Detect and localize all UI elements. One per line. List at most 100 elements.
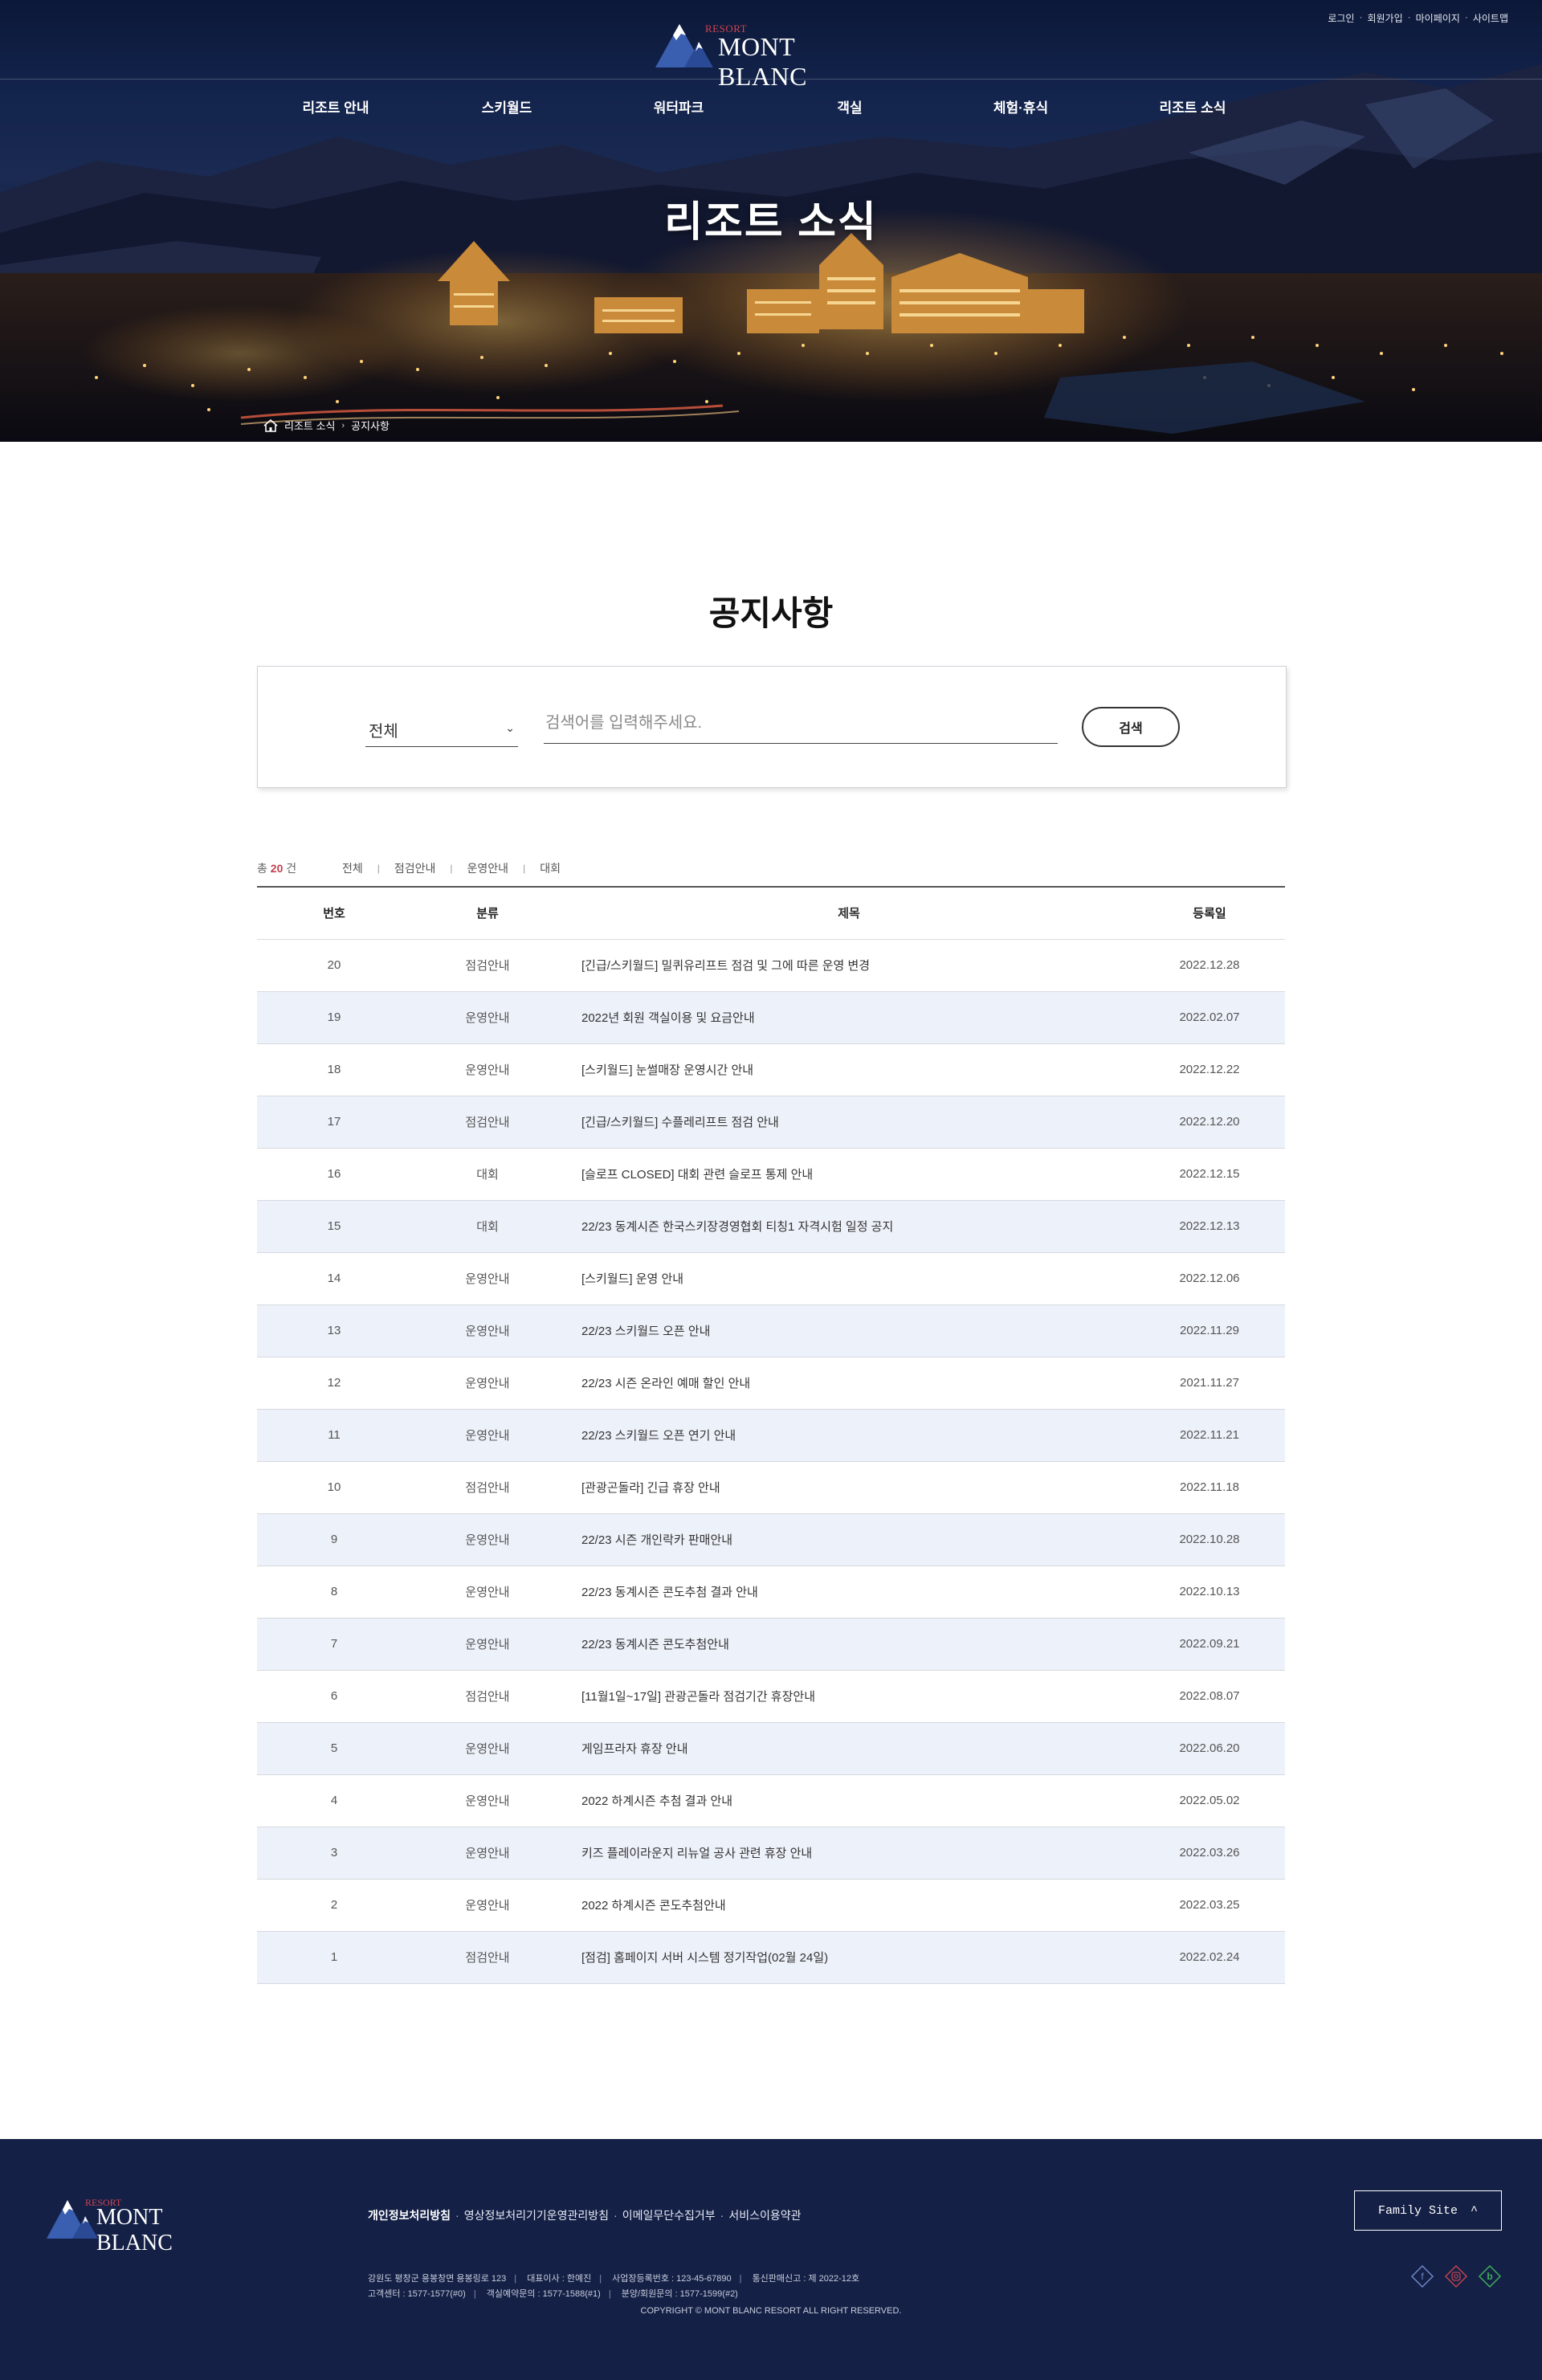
row-title-link[interactable]: 22/23 시즌 온라인 예매 할인 안내 — [564, 1357, 1134, 1410]
row-category: 운영안내 — [411, 1722, 564, 1775]
row-title-link[interactable]: [슬로프 CLOSED] 대회 관련 슬로프 통제 안내 — [564, 1148, 1134, 1201]
row-category: 점검안내 — [411, 939, 564, 992]
login-link[interactable]: 로그인 — [1323, 11, 1359, 25]
svg-text:f: f — [1421, 2271, 1424, 2282]
table-row[interactable]: 10 점검안내 [관광곤돌라] 긴급 휴장 안내 2022.11.18 — [257, 1461, 1285, 1514]
row-title-link[interactable]: [스키월드] 운영 안내 — [564, 1252, 1134, 1305]
row-title-link[interactable]: [스키월드] 눈썰매장 운영시간 안내 — [564, 1043, 1134, 1096]
nav-resort-news[interactable]: 리조트 소식 — [1160, 96, 1226, 116]
company-info-line-2: 고객센터 : 1577-1577(#0) | 객실예약문의 : 1577-1588… — [368, 2289, 738, 2299]
table-row[interactable]: 1 점검안내 [점검] 홈페이지 서버 시스템 정기작업(02월 24일) 2022.… — [257, 1931, 1285, 1984]
row-title-link[interactable]: 22/23 스키월드 오픈 연기 안내 — [564, 1409, 1134, 1462]
row-title-link[interactable]: 22/23 시즌 개인락카 판매안내 — [564, 1513, 1134, 1566]
row-category: 운영안내 — [411, 1043, 564, 1096]
table-row[interactable]: 18 운영안내 [스키월드] 눈썰매장 운영시간 안내 2022.12.22 — [257, 1043, 1285, 1096]
table-row[interactable]: 6 점검안내 [11월1일~17일] 관광곤돌라 점검기간 휴장안내 2022.08.… — [257, 1670, 1285, 1723]
row-title-link[interactable]: 22/23 스키월드 오픈 안내 — [564, 1304, 1134, 1357]
filter-inspection[interactable]: 점검안내 — [394, 860, 436, 876]
row-date: 2022.12.13 — [1134, 1200, 1285, 1253]
table-row[interactable]: 19 운영안내 2022년 회원 객실이용 및 요금안내 2022.02.07 — [257, 991, 1285, 1044]
table-header-row: 번호 분류 제목 등록일 — [257, 887, 1285, 940]
terms-link[interactable]: 서비스이용약관 — [728, 2207, 801, 2223]
mypage-link[interactable]: 마이페이지 — [1411, 11, 1465, 25]
blog-icon[interactable]: b — [1478, 2264, 1502, 2288]
table-row[interactable]: 16 대회 [슬로프 CLOSED] 대회 관련 슬로프 통제 안내 2022.12.… — [257, 1148, 1285, 1201]
nav-resort-info[interactable]: 리조트 안내 — [303, 96, 369, 116]
filter-competition[interactable]: 대회 — [540, 860, 561, 876]
table-row[interactable]: 9 운영안내 22/23 시즌 개인락카 판매안내 2022.10.28 — [257, 1513, 1285, 1566]
table-row[interactable]: 11 운영안내 22/23 스키월드 오픈 연기 안내 2022.11.21 — [257, 1409, 1285, 1462]
email-refusal-link[interactable]: 이메일무단수집거부 — [622, 2207, 716, 2223]
row-number: 2 — [257, 1879, 411, 1932]
row-category: 운영안내 — [411, 1409, 564, 1462]
sitemap-link[interactable]: 사이트맵 — [1468, 11, 1513, 25]
row-category: 운영안내 — [411, 1618, 564, 1671]
search-button[interactable]: 검색 — [1082, 707, 1180, 747]
table-row[interactable]: 2 운영안내 2022 하계시즌 콘도추첨안내 2022.03.25 — [257, 1879, 1285, 1932]
row-title-link[interactable]: 게임프라자 휴장 안내 — [564, 1722, 1134, 1775]
row-title-link[interactable]: 키즈 플레이라운지 리뉴얼 공사 관련 휴장 안내 — [564, 1827, 1134, 1880]
table-row[interactable]: 15 대회 22/23 동계시즌 한국스키장경영협회 티칭1 자격시험 일정 공지 2… — [257, 1200, 1285, 1253]
row-date: 2022.10.28 — [1134, 1513, 1285, 1566]
row-title-link[interactable]: 22/23 동계시즌 콘도추첨 결과 안내 — [564, 1566, 1134, 1619]
header-number: 번호 — [257, 887, 411, 940]
search-input[interactable] — [544, 704, 1058, 744]
row-title-link[interactable]: 22/23 동계시즌 콘도추첨안내 — [564, 1618, 1134, 1671]
header-date: 등록일 — [1134, 887, 1285, 940]
table-row[interactable]: 8 운영안내 22/23 동계시즌 콘도추첨 결과 안내 2022.10.13 — [257, 1566, 1285, 1619]
row-title-link[interactable]: 2022년 회원 객실이용 및 요금안내 — [564, 991, 1134, 1044]
table-row[interactable]: 14 운영안내 [스키월드] 운영 안내 2022.12.06 — [257, 1252, 1285, 1305]
table-row[interactable]: 3 운영안내 키즈 플레이라운지 리뉴얼 공사 관련 휴장 안내 2022.03.26 — [257, 1827, 1285, 1880]
instagram-icon[interactable] — [1444, 2264, 1468, 2288]
row-title-link[interactable]: 2022 하계시즌 콘도추첨안내 — [564, 1879, 1134, 1932]
table-row[interactable]: 12 운영안내 22/23 시즌 온라인 예매 할인 안내 2021.11.27 — [257, 1357, 1285, 1410]
row-title-link[interactable]: [긴급/스키월드] 밀퀴유리프트 점검 및 그에 따른 운영 변경 — [564, 939, 1134, 992]
row-title-link[interactable]: 2022 하계시즌 추첨 결과 안내 — [564, 1774, 1134, 1827]
hero-banner: 로그인 · 회원가입 · 마이페이지 · 사이트맵 RESORT MONT BLANC… — [0, 0, 1542, 442]
list-toolbar: 총 20 건 전체 | 점검안내 | 운영안내 | 대회 — [257, 860, 1285, 876]
table-row[interactable]: 4 운영안내 2022 하계시즌 추첨 결과 안내 2022.05.02 — [257, 1774, 1285, 1827]
table-row[interactable]: 5 운영안내 게임프라자 휴장 안내 2022.06.20 — [257, 1722, 1285, 1775]
row-date: 2022.11.21 — [1134, 1409, 1285, 1462]
row-number: 11 — [257, 1409, 411, 1462]
total-count: 총 20 건 — [257, 862, 297, 875]
filter-all[interactable]: 전체 — [342, 860, 363, 876]
nav-water-park[interactable]: 워터파크 — [654, 96, 704, 116]
row-category: 대회 — [411, 1200, 564, 1253]
row-title-link[interactable]: [긴급/스키월드] 수플레리프트 점검 안내 — [564, 1096, 1134, 1149]
row-date: 2022.11.29 — [1134, 1304, 1285, 1357]
nav-rooms[interactable]: 객실 — [837, 96, 862, 116]
total-count-number: 20 — [270, 862, 284, 875]
chevron-up-icon: ^ — [1471, 2203, 1479, 2218]
family-site-button[interactable]: Family Site ^ — [1354, 2190, 1502, 2231]
row-title-link[interactable]: 22/23 동계시즌 한국스키장경영협회 티칭1 자격시험 일정 공지 — [564, 1200, 1134, 1253]
footer-logo[interactable]: RESORT MONT BLANC — [43, 2192, 236, 2255]
breadcrumb: 리조트 소식 › 공지사항 — [263, 418, 390, 433]
table-row[interactable]: 13 운영안내 22/23 스키월드 오픈 안내 2022.11.29 — [257, 1304, 1285, 1357]
nav-experience[interactable]: 체험·휴식 — [993, 96, 1048, 116]
facebook-icon[interactable]: f — [1410, 2264, 1434, 2288]
filter-operation[interactable]: 운영안내 — [467, 860, 509, 876]
row-date: 2022.12.22 — [1134, 1043, 1285, 1096]
privacy-policy-link[interactable]: 개인정보처리방침 — [368, 2207, 451, 2223]
row-category: 점검안내 — [411, 1461, 564, 1514]
cctv-policy-link[interactable]: 영상정보처리기기운영관리방침 — [464, 2207, 609, 2223]
row-title-link[interactable]: [점검] 홈페이지 서버 시스템 정기작업(02월 24일) — [564, 1931, 1134, 1984]
category-filter-tabs: 전체 | 점검안내 | 운영안내 | 대회 — [342, 860, 561, 876]
breadcrumb-item-notice[interactable]: 공지사항 — [351, 418, 390, 433]
category-select[interactable]: 전체 ⌄ — [365, 708, 518, 747]
row-date: 2022.03.26 — [1134, 1827, 1285, 1880]
breadcrumb-item-news[interactable]: 리조트 소식 — [284, 418, 335, 433]
row-title-link[interactable]: [11월1일~17일] 관광곤돌라 점검기간 휴장안내 — [564, 1670, 1134, 1723]
home-icon[interactable] — [263, 418, 278, 432]
row-date: 2022.05.02 — [1134, 1774, 1285, 1827]
table-row[interactable]: 17 점검안내 [긴급/스키월드] 수플레리프트 점검 안내 2022.12.20 — [257, 1096, 1285, 1149]
site-logo[interactable]: RESORT MONT BLANC — [652, 18, 877, 91]
table-row[interactable]: 7 운영안내 22/23 동계시즌 콘도추첨안내 2022.09.21 — [257, 1618, 1285, 1671]
row-date: 2022.11.18 — [1134, 1461, 1285, 1514]
signup-link[interactable]: 회원가입 — [1362, 11, 1407, 25]
nav-ski-world[interactable]: 스키월드 — [482, 96, 532, 116]
row-number: 4 — [257, 1774, 411, 1827]
table-row[interactable]: 20 점검안내 [긴급/스키월드] 밀퀴유리프트 점검 및 그에 따른 운영 변경 2… — [257, 939, 1285, 992]
row-title-link[interactable]: [관광곤돌라] 긴급 휴장 안내 — [564, 1461, 1134, 1514]
